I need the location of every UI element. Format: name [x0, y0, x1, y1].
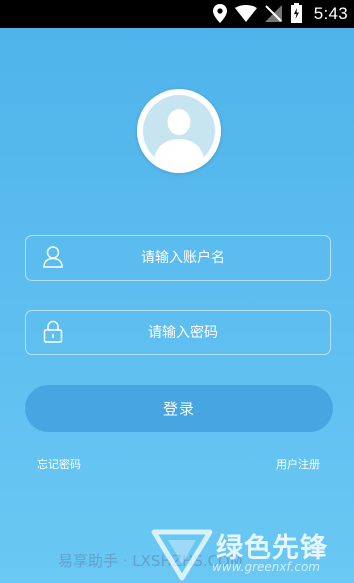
- watermark-logo-icon: [151, 529, 213, 581]
- no-signal-icon: [265, 5, 282, 22]
- watermark-brand: 绿色先锋 www.greenxf.com: [150, 526, 354, 583]
- status-bar: 5:43: [0, 0, 354, 28]
- watermark-url: www.greenxf.com: [212, 560, 320, 574]
- battery-charging-icon: [291, 3, 302, 23]
- password-input[interactable]: [26, 311, 330, 354]
- user-avatar-icon: [153, 109, 205, 167]
- clock: 5:43: [313, 4, 348, 23]
- wifi-icon: [235, 5, 257, 22]
- password-field[interactable]: [25, 310, 331, 355]
- register-link[interactable]: 用户注册: [276, 456, 320, 472]
- forgot-password-link[interactable]: 忘记密码: [37, 456, 81, 472]
- location-icon: [213, 4, 227, 23]
- avatar: [137, 89, 221, 173]
- username-field[interactable]: [25, 235, 331, 281]
- username-input[interactable]: [26, 236, 330, 280]
- login-button[interactable]: 登录: [25, 385, 333, 432]
